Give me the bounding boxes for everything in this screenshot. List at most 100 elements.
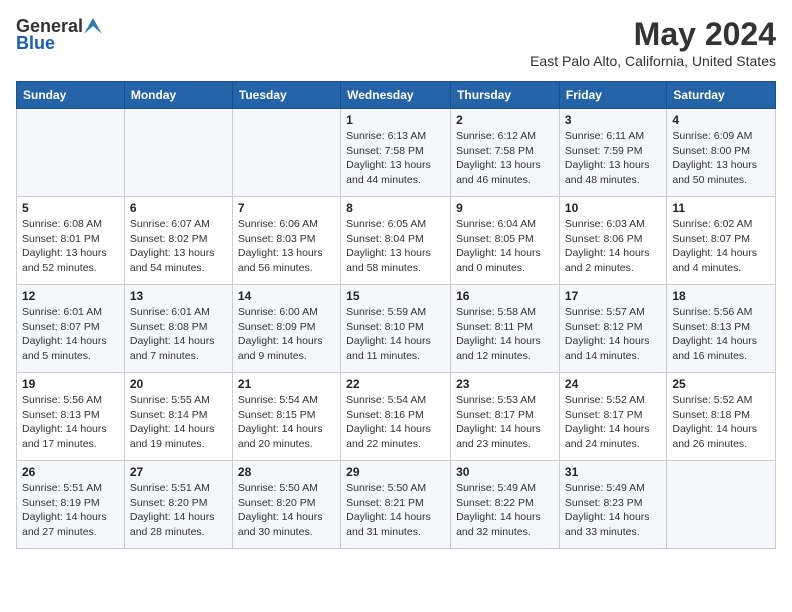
day-info: Sunrise: 5:54 AM Sunset: 8:15 PM Dayligh… [238, 393, 335, 452]
calendar-cell: 27Sunrise: 5:51 AM Sunset: 8:20 PM Dayli… [124, 461, 232, 549]
day-info: Sunrise: 6:03 AM Sunset: 8:06 PM Dayligh… [565, 217, 661, 276]
day-number: 31 [565, 465, 661, 479]
calendar-cell: 11 Sunrise: 6:02 AM Sunset: 8:07 PM Dayli… [667, 197, 776, 285]
logo-bird-icon [84, 18, 102, 34]
day-info: Sunrise: 5:59 AM Sunset: 8:10 PM Dayligh… [346, 305, 445, 364]
day-info: Sunrise: 6:08 AM Sunset: 8:01 PM Dayligh… [22, 217, 119, 276]
calendar-cell: 8 Sunrise: 6:05 AM Sunset: 8:04 PM Daylig… [341, 197, 451, 285]
calendar-cell: 25 Sunrise: 5:52 AM Sunset: 8:18 PM Dayli… [667, 373, 776, 461]
calendar-cell: 29Sunrise: 5:50 AM Sunset: 8:21 PM Dayli… [341, 461, 451, 549]
day-number: 12 [22, 289, 119, 303]
calendar-cell: 20 Sunrise: 5:55 AM Sunset: 8:14 PM Dayli… [124, 373, 232, 461]
calendar-cell: 3 Sunrise: 6:11 AM Sunset: 7:59 PM Daylig… [559, 109, 666, 197]
day-info: Sunrise: 5:50 AM Sunset: 8:21 PM Dayligh… [346, 481, 445, 540]
calendar-cell: 17 Sunrise: 5:57 AM Sunset: 8:12 PM Dayli… [559, 285, 666, 373]
weekday-header: Saturday [667, 82, 776, 109]
calendar-cell: 13 Sunrise: 6:01 AM Sunset: 8:08 PM Dayli… [124, 285, 232, 373]
calendar-cell [124, 109, 232, 197]
day-info: Sunrise: 6:12 AM Sunset: 7:58 PM Dayligh… [456, 129, 554, 188]
calendar-cell: 31 Sunrise: 5:49 AM Sunset: 8:23 PM Dayli… [559, 461, 666, 549]
day-info: Sunrise: 5:49 AM Sunset: 8:22 PM Dayligh… [456, 481, 554, 540]
day-number: 10 [565, 201, 661, 215]
day-info: Sunrise: 5:58 AM Sunset: 8:11 PM Dayligh… [456, 305, 554, 364]
day-info: Sunrise: 6:01 AM Sunset: 8:07 PM Dayligh… [22, 305, 119, 364]
calendar-cell: 9Sunrise: 6:04 AM Sunset: 8:05 PM Daylig… [451, 197, 560, 285]
calendar-cell: 5 Sunrise: 6:08 AM Sunset: 8:01 PM Daylig… [17, 197, 125, 285]
page-header: General Blue May 2024 East Palo Alto, Ca… [16, 16, 776, 69]
day-number: 23 [456, 377, 554, 391]
day-info: Sunrise: 5:49 AM Sunset: 8:23 PM Dayligh… [565, 481, 661, 540]
day-info: Sunrise: 5:55 AM Sunset: 8:14 PM Dayligh… [130, 393, 227, 452]
calendar-cell: 26Sunrise: 5:51 AM Sunset: 8:19 PM Dayli… [17, 461, 125, 549]
day-number: 1 [346, 113, 445, 127]
day-info: Sunrise: 5:52 AM Sunset: 8:18 PM Dayligh… [672, 393, 770, 452]
day-number: 6 [130, 201, 227, 215]
day-info: Sunrise: 6:11 AM Sunset: 7:59 PM Dayligh… [565, 129, 661, 188]
calendar-cell: 1Sunrise: 6:13 AM Sunset: 7:58 PM Daylig… [341, 109, 451, 197]
day-info: Sunrise: 5:57 AM Sunset: 8:12 PM Dayligh… [565, 305, 661, 364]
calendar-cell: 10 Sunrise: 6:03 AM Sunset: 8:06 PM Dayli… [559, 197, 666, 285]
day-number: 11 [672, 201, 770, 215]
day-number: 18 [672, 289, 770, 303]
day-number: 13 [130, 289, 227, 303]
weekday-header: Monday [124, 82, 232, 109]
calendar-cell: 6 Sunrise: 6:07 AM Sunset: 8:02 PM Daylig… [124, 197, 232, 285]
calendar-week-row: 5 Sunrise: 6:08 AM Sunset: 8:01 PM Daylig… [17, 197, 776, 285]
calendar-week-row: 1Sunrise: 6:13 AM Sunset: 7:58 PM Daylig… [17, 109, 776, 197]
calendar-cell: 28Sunrise: 5:50 AM Sunset: 8:20 PM Dayli… [232, 461, 340, 549]
day-number: 16 [456, 289, 554, 303]
day-info: Sunrise: 5:54 AM Sunset: 8:16 PM Dayligh… [346, 393, 445, 452]
calendar-cell: 7 Sunrise: 6:06 AM Sunset: 8:03 PM Daylig… [232, 197, 340, 285]
day-number: 3 [565, 113, 661, 127]
calendar-cell: 16 Sunrise: 5:58 AM Sunset: 8:11 PM Dayli… [451, 285, 560, 373]
day-info: Sunrise: 5:51 AM Sunset: 8:19 PM Dayligh… [22, 481, 119, 540]
calendar-week-row: 26Sunrise: 5:51 AM Sunset: 8:19 PM Dayli… [17, 461, 776, 549]
calendar-cell: 14Sunrise: 6:00 AM Sunset: 8:09 PM Dayli… [232, 285, 340, 373]
day-number: 24 [565, 377, 661, 391]
calendar-week-row: 12 Sunrise: 6:01 AM Sunset: 8:07 PM Dayli… [17, 285, 776, 373]
day-info: Sunrise: 5:51 AM Sunset: 8:20 PM Dayligh… [130, 481, 227, 540]
day-info: Sunrise: 6:01 AM Sunset: 8:08 PM Dayligh… [130, 305, 227, 364]
calendar-week-row: 19 Sunrise: 5:56 AM Sunset: 8:13 PM Dayli… [17, 373, 776, 461]
day-info: Sunrise: 5:56 AM Sunset: 8:13 PM Dayligh… [672, 305, 770, 364]
day-info: Sunrise: 6:07 AM Sunset: 8:02 PM Dayligh… [130, 217, 227, 276]
calendar-cell: 30 Sunrise: 5:49 AM Sunset: 8:22 PM Dayli… [451, 461, 560, 549]
day-number: 4 [672, 113, 770, 127]
day-info: Sunrise: 5:50 AM Sunset: 8:20 PM Dayligh… [238, 481, 335, 540]
day-number: 8 [346, 201, 445, 215]
day-number: 25 [672, 377, 770, 391]
day-info: Sunrise: 6:06 AM Sunset: 8:03 PM Dayligh… [238, 217, 335, 276]
calendar-cell: 18 Sunrise: 5:56 AM Sunset: 8:13 PM Dayli… [667, 285, 776, 373]
calendar-cell: 12 Sunrise: 6:01 AM Sunset: 8:07 PM Dayli… [17, 285, 125, 373]
weekday-header: Sunday [17, 82, 125, 109]
weekday-header-row: SundayMondayTuesdayWednesdayThursdayFrid… [17, 82, 776, 109]
day-number: 19 [22, 377, 119, 391]
day-number: 9 [456, 201, 554, 215]
weekday-header: Friday [559, 82, 666, 109]
month-title: May 2024 [530, 16, 776, 53]
calendar-cell: 23 Sunrise: 5:53 AM Sunset: 8:17 PM Dayli… [451, 373, 560, 461]
day-info: Sunrise: 5:53 AM Sunset: 8:17 PM Dayligh… [456, 393, 554, 452]
day-number: 5 [22, 201, 119, 215]
calendar-cell [232, 109, 340, 197]
day-number: 17 [565, 289, 661, 303]
day-info: Sunrise: 6:05 AM Sunset: 8:04 PM Dayligh… [346, 217, 445, 276]
day-info: Sunrise: 6:09 AM Sunset: 8:00 PM Dayligh… [672, 129, 770, 188]
calendar-cell: 22Sunrise: 5:54 AM Sunset: 8:16 PM Dayli… [341, 373, 451, 461]
calendar-table: SundayMondayTuesdayWednesdayThursdayFrid… [16, 81, 776, 549]
day-number: 7 [238, 201, 335, 215]
weekday-header: Wednesday [341, 82, 451, 109]
logo-blue-text: Blue [16, 33, 55, 54]
location-title: East Palo Alto, California, United State… [530, 53, 776, 69]
calendar-cell: 4 Sunrise: 6:09 AM Sunset: 8:00 PM Daylig… [667, 109, 776, 197]
day-number: 20 [130, 377, 227, 391]
calendar-cell: 2 Sunrise: 6:12 AM Sunset: 7:58 PM Daylig… [451, 109, 560, 197]
day-info: Sunrise: 6:02 AM Sunset: 8:07 PM Dayligh… [672, 217, 770, 276]
day-number: 30 [456, 465, 554, 479]
day-number: 14 [238, 289, 335, 303]
calendar-cell: 21 Sunrise: 5:54 AM Sunset: 8:15 PM Dayli… [232, 373, 340, 461]
day-info: Sunrise: 5:56 AM Sunset: 8:13 PM Dayligh… [22, 393, 119, 452]
calendar-cell: 24Sunrise: 5:52 AM Sunset: 8:17 PM Dayli… [559, 373, 666, 461]
day-number: 2 [456, 113, 554, 127]
day-number: 21 [238, 377, 335, 391]
